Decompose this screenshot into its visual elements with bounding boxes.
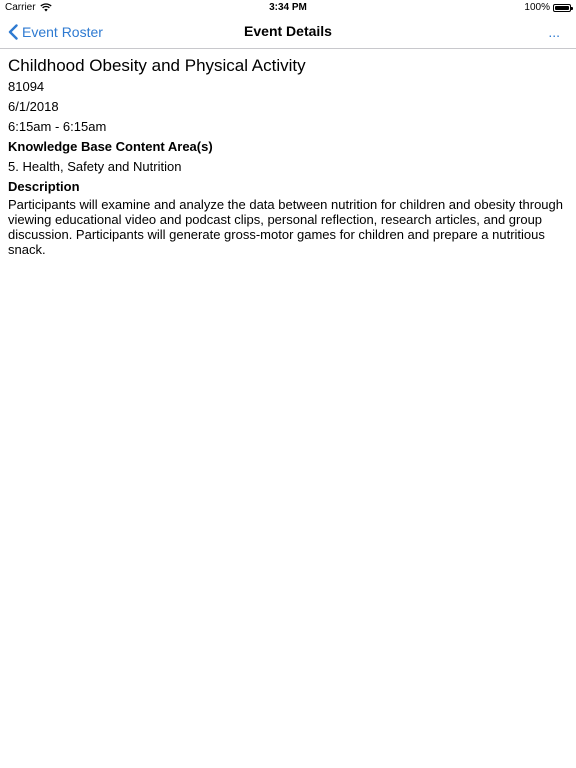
more-options-button[interactable]: ... (548, 21, 560, 43)
description-text: Participants will examine and analyze th… (8, 197, 564, 257)
content-area-heading: Knowledge Base Content Area(s) (8, 139, 213, 154)
description-heading: Description (8, 179, 80, 194)
status-time: 3:34 PM (269, 2, 307, 13)
battery-percent: 100% (524, 2, 550, 13)
event-details: Childhood Obesity and Physical Activity … (0, 49, 576, 257)
event-title: Childhood Obesity and Physical Activity (8, 56, 306, 75)
event-id: 81094 (8, 79, 45, 94)
status-bar: Carrier 3:34 PM 100% (0, 0, 576, 15)
status-right: 100% (524, 0, 573, 15)
nav-title: Event Details (244, 23, 332, 39)
navigation-bar: Event Roster Event Details ... (0, 15, 576, 49)
event-time-range: 6:15am - 6:15am (8, 119, 107, 134)
event-date: 6/1/2018 (8, 99, 59, 114)
content-area-value: 5. Health, Safety and Nutrition (8, 159, 182, 174)
battery-icon (553, 3, 573, 12)
